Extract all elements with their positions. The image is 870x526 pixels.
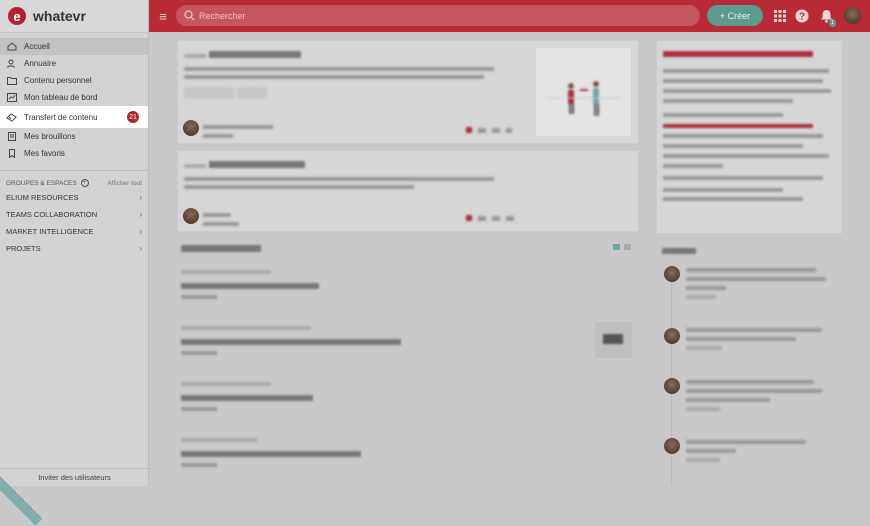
divider [0, 170, 148, 171]
search-input[interactable]: Rechercher [176, 5, 700, 26]
sidebar-item-favoris[interactable]: Mes favoris [0, 145, 148, 162]
activity-avatar [664, 438, 680, 454]
dashboard-icon [6, 93, 17, 103]
author-meta-blurred [203, 209, 239, 226]
activity-avatar [664, 328, 680, 344]
sidebar-item-label: Contenu personnel [24, 76, 92, 85]
activity-avatar [664, 378, 680, 394]
post-preview-blurred [184, 47, 534, 99]
brand-name: whatevr [33, 8, 86, 24]
activity-timeline [656, 240, 843, 486]
topbar: ≡ Rechercher + Créer ? 1 [149, 0, 870, 32]
help-icon[interactable]: ? [794, 8, 810, 24]
group-label: TEAMS COLLABORATION [6, 210, 98, 219]
people-icon [6, 59, 17, 69]
sidebar-item-tableau-de-bord[interactable]: Mon tableau de bord [0, 89, 148, 106]
post-actions-blurred [466, 127, 512, 133]
sidebar-item-transfert-de-contenu[interactable]: Transfert de contenu 21 [0, 106, 148, 128]
post-card[interactable] [177, 150, 639, 232]
chevron-right-icon: › [139, 227, 142, 236]
sidebar-item-contenu-personnel[interactable]: Contenu personnel [0, 72, 148, 89]
sidebar-item-accueil[interactable]: Accueil [0, 38, 148, 55]
chevron-right-icon: › [139, 244, 142, 253]
folder-icon [6, 76, 17, 86]
activity-item[interactable] [686, 328, 822, 350]
info-card [656, 40, 843, 234]
create-button[interactable]: + Créer [707, 5, 763, 26]
menu-icon[interactable]: ≡ [149, 0, 177, 32]
sidebar: e whatevr Accueil Annuaire Contenu perso… [0, 0, 149, 526]
group-item-elium-resources[interactable]: ELIUM RESOURCES › [0, 189, 148, 206]
author-meta-blurred [203, 121, 273, 138]
main-nav: Accueil Annuaire Contenu personnel Mon t… [0, 33, 148, 162]
show-all-link[interactable]: Afficher tout [107, 180, 142, 187]
avatar[interactable] [844, 7, 861, 24]
post-actions-blurred [466, 215, 514, 221]
group-item-projets[interactable]: PROJETS › [0, 240, 148, 257]
post-card[interactable] [177, 40, 639, 144]
sidebar-item-label: Annuaire [24, 59, 57, 68]
main-content [149, 32, 870, 486]
transfer-count-badge: 21 [127, 111, 139, 123]
sidebar-item-annuaire[interactable]: Annuaire [0, 55, 148, 72]
search-icon [184, 10, 195, 21]
feed-title-blurred [181, 244, 261, 254]
draft-icon [6, 132, 17, 142]
transfer-icon [6, 112, 17, 122]
feed-item[interactable] [181, 434, 361, 467]
add-group-icon[interactable]: + [80, 179, 89, 187]
info-card-text-blurred [663, 49, 837, 201]
apps-grid-icon[interactable] [772, 8, 788, 24]
activity-item[interactable] [686, 440, 806, 462]
author-avatar [183, 120, 199, 136]
group-label: MARKET INTELLIGENCE [6, 227, 94, 236]
logo: e [8, 7, 26, 25]
view-toggle[interactable] [613, 244, 631, 250]
sidebar-item-label: Mes brouillons [24, 132, 76, 141]
sidebar-item-label: Transfert de contenu [24, 112, 98, 122]
chevron-right-icon: › [139, 210, 142, 219]
feed-item[interactable] [181, 266, 319, 299]
activity-title-blurred [662, 246, 696, 256]
content-feed [177, 238, 639, 486]
feed-item[interactable] [181, 322, 401, 355]
bookmark-icon [6, 149, 17, 159]
feed-item-thumbnail [595, 322, 632, 358]
sidebar-item-brouillons[interactable]: Mes brouillons [0, 128, 148, 145]
activity-item[interactable] [686, 268, 826, 299]
activity-avatar [664, 266, 680, 282]
group-label: ELIUM RESOURCES [6, 193, 79, 202]
activity-item[interactable] [686, 380, 822, 411]
svg-text:?: ? [799, 12, 805, 23]
sidebar-item-label: Mon tableau de bord [24, 93, 98, 102]
post-preview-blurred [184, 157, 514, 189]
sidebar-item-label: Accueil [24, 42, 50, 51]
sidebar-item-label: Mes favoris [24, 149, 65, 158]
feed-item[interactable] [181, 378, 313, 411]
groups-title: GROUPES & ESPACES [6, 179, 77, 187]
invite-users-button[interactable]: Inviter des utilisateurs [0, 468, 149, 486]
search-placeholder: Rechercher [199, 10, 246, 21]
group-item-teams-collaboration[interactable]: TEAMS COLLABORATION › [0, 206, 148, 223]
group-item-market-intelligence[interactable]: MARKET INTELLIGENCE › [0, 223, 148, 240]
post-thumbnail [536, 48, 631, 136]
brand[interactable]: e whatevr [0, 0, 148, 33]
chevron-right-icon: › [139, 193, 142, 202]
groups-header: GROUPES & ESPACES + Afficher tout [0, 177, 148, 189]
notifications-count-badge: 1 [828, 19, 836, 27]
notifications-bell-icon[interactable]: 1 [818, 8, 836, 27]
home-icon [6, 42, 17, 52]
group-label: PROJETS [6, 244, 41, 253]
author-avatar [183, 208, 199, 224]
